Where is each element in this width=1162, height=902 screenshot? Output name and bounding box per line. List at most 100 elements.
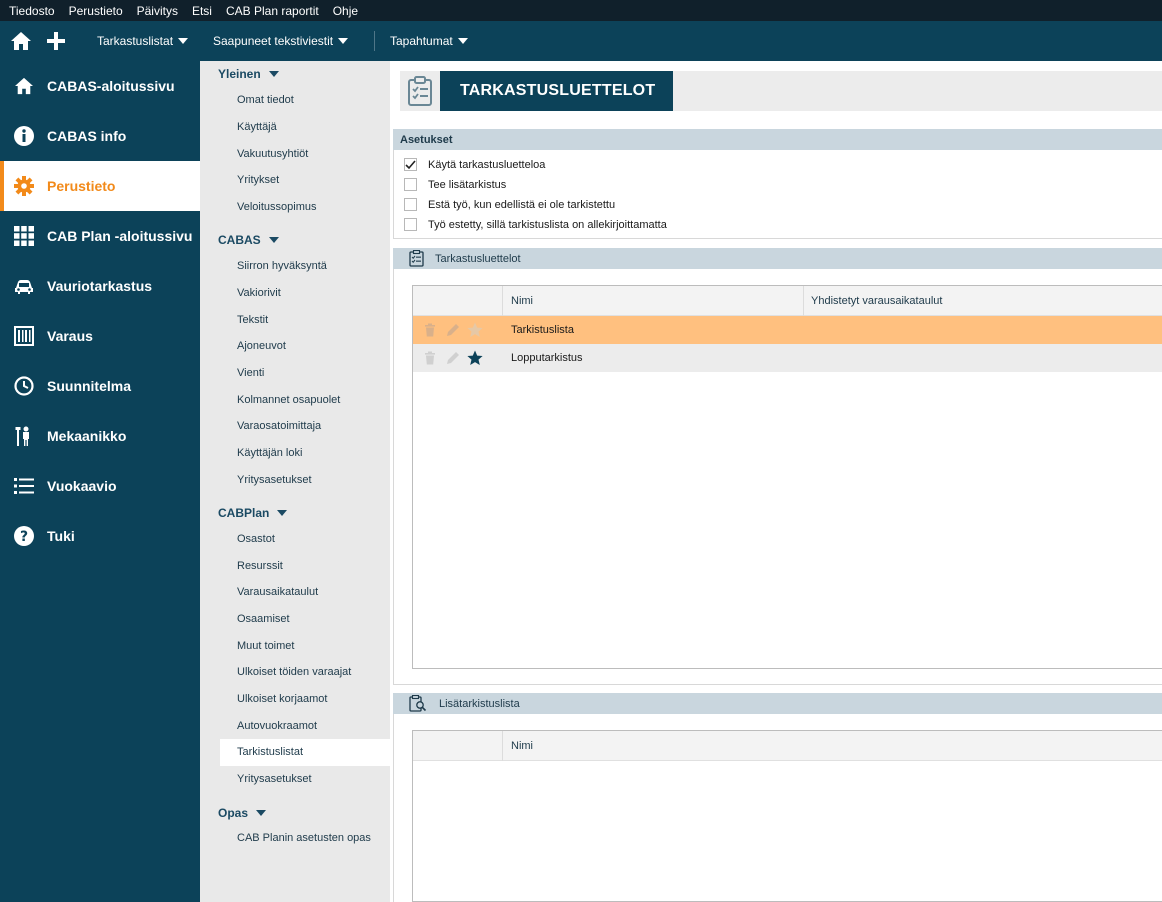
pencil-icon[interactable] (444, 322, 460, 338)
nav-item-tuki[interactable]: ? Tuki (0, 511, 200, 561)
gear-icon (13, 175, 35, 197)
subnav-section-opas[interactable]: Opas (218, 806, 267, 820)
chevron-down-icon (268, 237, 279, 243)
nav-item-perustieto[interactable]: Perustieto (0, 161, 200, 211)
page-header: TARKASTUSLUETTELOT (400, 71, 1162, 111)
subnav-section-cabplan[interactable]: CABPlan (218, 506, 288, 520)
trash-icon[interactable] (422, 322, 438, 338)
nav-item-suunnitelma[interactable]: Suunnitelma (0, 361, 200, 411)
nav-item-cabas-aloitussivu[interactable]: CABAS-aloitussivu (0, 61, 200, 111)
subnav-item-ulkoiset-korjaamot[interactable]: Ulkoiset korjaamot (237, 693, 327, 705)
mechanic-icon (13, 425, 35, 447)
menu-perustieto[interactable]: Perustieto (69, 4, 123, 18)
checklists-header: Tarkastusluettelot (393, 248, 1162, 269)
subnav-section-yleinen[interactable]: Yleinen (218, 67, 279, 81)
section-title: CABPlan (218, 506, 270, 520)
toolbar: Tarkastuslistat Saapuneet tekstiviestit … (0, 21, 1162, 61)
subnav-item-cab-planin-asetusten-opas[interactable]: CAB Planin asetusten opas (237, 832, 371, 844)
column-header-yhdistetyt-varausaikataulut[interactable]: Yhdistetyt varausaikataulut (811, 286, 942, 316)
section-title: Yleinen (218, 67, 261, 81)
nav-label: CABAS-aloitussivu (47, 78, 175, 94)
subnav-item-osastot[interactable]: Osastot (237, 533, 275, 545)
chevron-down-icon (338, 38, 349, 44)
table-row[interactable]: Lopputarkistus (413, 344, 1162, 372)
star-filled-icon[interactable] (467, 350, 483, 366)
column-header-nimi[interactable]: Nimi (511, 286, 533, 316)
subnav-item-kayttajan-loki[interactable]: Käyttäjän loki (237, 447, 302, 459)
dropdown-saapuneet-tekstiviestit[interactable]: Saapuneet tekstiviestit (213, 21, 349, 61)
subnav-item-vakuutusyhtiot[interactable]: Vakuutusyhtiöt (237, 148, 308, 160)
subnav-item-osaamiset[interactable]: Osaamiset (237, 613, 290, 625)
plus-icon[interactable] (44, 29, 68, 53)
clipboard-search-icon (409, 694, 427, 715)
setting-tee-lisatarkistus[interactable]: Tee lisätarkistus (404, 178, 506, 191)
menu-cab-plan-raportit[interactable]: CAB Plan raportit (226, 4, 319, 18)
checklist-icon (409, 249, 424, 270)
dropdown-tarkastuslistat[interactable]: Tarkastuslistat (97, 21, 189, 61)
subnav-item-kayttaja[interactable]: Käyttäjä (237, 121, 277, 133)
subnav-item-yritykset[interactable]: Yritykset (237, 174, 279, 186)
subnav-item-vakiorivit[interactable]: Vakiorivit (237, 287, 281, 299)
setting-label: Tee lisätarkistus (428, 178, 507, 191)
subnav-item-varausaikataulut[interactable]: Varausaikataulut (237, 586, 318, 598)
subnav-item-varaosatoimittaja[interactable]: Varaosatoimittaja (237, 420, 321, 432)
home-icon (13, 75, 35, 97)
subnav-item-autovuokraamot[interactable]: Autovuokraamot (237, 720, 317, 732)
subnav-section-cabas[interactable]: CABAS (218, 233, 279, 247)
subnav-item-ajoneuvot[interactable]: Ajoneuvot (237, 340, 286, 352)
dropdown-tapahtumat[interactable]: Tapahtumat (390, 21, 468, 61)
subnav-item-tekstit[interactable]: Tekstit (237, 314, 268, 326)
grid-icon (13, 225, 35, 247)
checkbox-checked[interactable] (404, 158, 417, 171)
extra-checklist-header: Lisätarkistuslista (393, 693, 1162, 714)
nav-item-mekaanikko[interactable]: Mekaanikko (0, 411, 200, 461)
star-outline-icon[interactable] (467, 322, 483, 338)
chevron-down-icon (178, 38, 189, 44)
column-divider (502, 731, 503, 761)
subnav-item-muut-toimet[interactable]: Muut toimet (237, 640, 294, 652)
column-header-nimi[interactable]: Nimi (511, 731, 533, 761)
subnav-item-kolmannet-osapuolet[interactable]: Kolmannet osapuolet (237, 394, 340, 406)
subnav-item-yritysasetukset-cabplan[interactable]: Yritysasetukset (237, 773, 312, 785)
nav-label: Tuki (47, 528, 75, 544)
menu-paivitys[interactable]: Päivitys (137, 4, 178, 18)
subnav-item-resurssit[interactable]: Resurssit (237, 560, 283, 572)
nav-label: Mekaanikko (47, 428, 127, 444)
checkbox[interactable] (404, 178, 417, 191)
table-row[interactable]: Tarkistuslista (413, 316, 1162, 344)
setting-kayta-tarkastusluetteloa[interactable]: Käytä tarkastusluetteloa (404, 158, 545, 171)
menu-ohje[interactable]: Ohje (333, 4, 358, 18)
nav-item-vauriotarkastus[interactable]: Vauriotarkastus (0, 261, 200, 311)
subnav-item-veloitussopimus[interactable]: Veloitussopimus (237, 201, 317, 213)
setting-tyo-estetty[interactable]: Työ estetty, sillä tarkistuslista on all… (404, 218, 667, 231)
setting-label: Estä työ, kun edellistä ei ole tarkistet… (428, 198, 616, 211)
menu-etsi[interactable]: Etsi (192, 4, 212, 18)
subnav-item-ulkoiset-toiden-varaajat[interactable]: Ulkoiset töiden varaajat (237, 666, 351, 678)
pencil-icon[interactable] (444, 350, 460, 366)
trash-icon[interactable] (422, 350, 438, 366)
chevron-down-icon (457, 38, 468, 44)
active-indicator (0, 161, 4, 211)
help-icon: ? (13, 525, 35, 547)
nav-item-cabas-info[interactable]: CABAS info (0, 111, 200, 161)
subnav-item-siirron-hyvaksynta[interactable]: Siirron hyväksyntä (237, 260, 327, 272)
page-title: TARKASTUSLUETTELOT (440, 71, 673, 111)
main-content: TARKASTUSLUETTELOT Asetukset Käytä tarka… (390, 61, 1162, 902)
nav-label: Suunnitelma (47, 378, 132, 394)
setting-esta-tyo[interactable]: Estä työ, kun edellistä ei ole tarkistet… (404, 198, 615, 211)
menu-tiedosto[interactable]: Tiedosto (9, 4, 55, 18)
left-navigation: CABAS-aloitussivu CABAS info Perustieto … (0, 61, 200, 902)
nav-item-vuokaavio[interactable]: Vuokaavio (0, 461, 200, 511)
grid-header: Nimi Yhdistetyt varausaikataulut (413, 286, 1162, 316)
checkbox[interactable] (404, 218, 417, 231)
dropdown-label: Saapuneet tekstiviestit (213, 34, 334, 48)
home-icon[interactable] (9, 29, 33, 53)
subnav-item-omat-tiedot[interactable]: Omat tiedot (237, 94, 294, 106)
subnav-item-tarkistuslistat[interactable]: Tarkistuslistat (237, 746, 303, 758)
subnav-item-vienti[interactable]: Vienti (237, 367, 264, 379)
checkbox[interactable] (404, 198, 417, 211)
section-title: Tarkastusluettelot (435, 252, 521, 265)
subnav-item-yritysasetukset-cabas[interactable]: Yritysasetukset (237, 474, 312, 486)
nav-item-cab-plan-aloitussivu[interactable]: CAB Plan -aloitussivu (0, 211, 200, 261)
nav-item-varaus[interactable]: Varaus (0, 311, 200, 361)
